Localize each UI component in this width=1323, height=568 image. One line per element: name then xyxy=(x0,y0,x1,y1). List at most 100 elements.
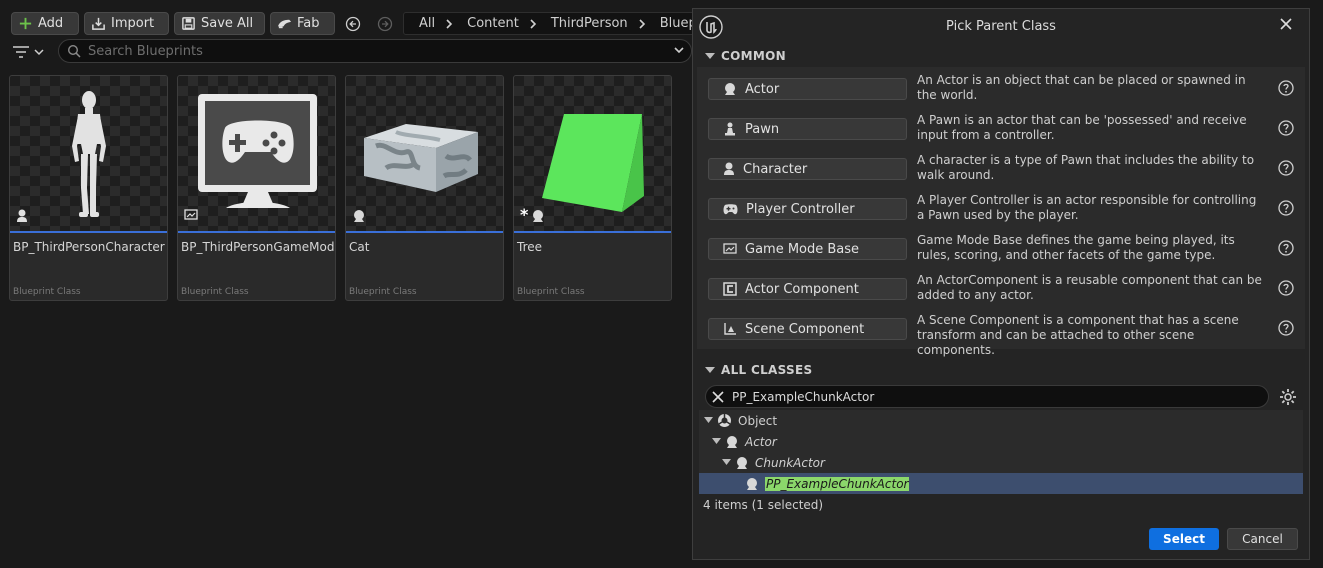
import-button-label: Import xyxy=(111,16,155,31)
back-button[interactable] xyxy=(342,13,364,35)
game-mode-icon xyxy=(184,209,198,220)
modified-asterisk-icon: * xyxy=(520,205,529,224)
save-all-button[interactable]: Save All xyxy=(174,12,265,35)
chevron-down-icon xyxy=(34,49,44,56)
common-class-row: Pawn A Pawn is an actor that can be 'pos… xyxy=(697,107,1305,147)
common-classes-list: Actor An Actor is an object that can be … xyxy=(697,67,1305,357)
actor-icon xyxy=(735,456,749,470)
import-icon xyxy=(92,17,105,30)
asset-search-box[interactable] xyxy=(58,39,692,63)
forward-button[interactable] xyxy=(374,13,396,35)
actor-icon xyxy=(533,210,544,222)
tree-item-chunkactor[interactable]: ChunkActor xyxy=(699,452,1303,473)
help-icon[interactable] xyxy=(1278,80,1294,96)
game-mode-thumbnail xyxy=(198,94,317,208)
breadcrumb-all[interactable]: All xyxy=(419,16,435,31)
common-class-row: Character A character is a type of Pawn … xyxy=(697,147,1305,187)
asset-tile[interactable]: Cat Blueprint Class xyxy=(345,75,504,301)
gear-icon[interactable] xyxy=(1279,388,1297,406)
clear-search-icon[interactable] xyxy=(712,390,724,403)
all-classes-section-header[interactable]: ALL CLASSES xyxy=(693,359,1309,381)
filter-button[interactable] xyxy=(12,42,48,62)
breadcrumb-content[interactable]: Content xyxy=(467,16,519,31)
asset-name: BP_ThirdPersonGameMode xyxy=(181,240,336,254)
expand-arrow-icon[interactable] xyxy=(703,417,713,424)
asset-name: Cat xyxy=(349,240,370,254)
game-mode-icon xyxy=(723,243,737,254)
character-icon xyxy=(17,209,27,222)
asset-type-color-bar xyxy=(178,231,335,233)
pawn-class-button[interactable]: Pawn xyxy=(708,118,907,140)
select-button[interactable]: Select xyxy=(1149,528,1219,550)
chevron-down-icon[interactable] xyxy=(673,44,685,60)
chevron-right-icon[interactable] xyxy=(529,18,537,29)
class-description: Game Mode Base defines the game being pl… xyxy=(917,233,1235,262)
fab-icon xyxy=(277,19,292,29)
character-class-button[interactable]: Character xyxy=(708,158,907,180)
class-description: A Player Controller is an actor responsi… xyxy=(917,193,1257,222)
tree-item-actor[interactable]: Actor xyxy=(699,431,1303,452)
fab-button[interactable]: Fab xyxy=(270,12,335,35)
help-icon[interactable] xyxy=(1278,280,1294,296)
game-mode-base-class-button[interactable]: Game Mode Base xyxy=(708,238,907,260)
class-search-input[interactable] xyxy=(732,389,1252,404)
chevron-down-icon xyxy=(705,53,715,59)
class-button-label: Player Controller xyxy=(746,201,855,217)
chevron-down-icon xyxy=(705,367,715,373)
actor-class-button[interactable]: Actor xyxy=(708,78,907,100)
add-button[interactable]: Add xyxy=(11,12,79,35)
item-count-status: 4 items (1 selected) xyxy=(703,498,824,512)
asset-type: Blueprint Class xyxy=(181,287,249,297)
asset-type: Blueprint Class xyxy=(349,287,417,297)
class-tree: Object Actor ChunkActor PP_ExampleChunkA… xyxy=(699,410,1303,494)
help-icon[interactable] xyxy=(1278,200,1294,216)
chevron-right-icon[interactable] xyxy=(638,18,646,29)
cancel-button[interactable]: Cancel xyxy=(1227,528,1298,550)
class-description: An Actor is an object that can be placed… xyxy=(917,73,1246,102)
tree-item-pp-examplechunkactor[interactable]: PP_ExampleChunkActor xyxy=(699,473,1303,494)
dialog-title-bar[interactable]: Pick Parent Class xyxy=(693,9,1309,45)
class-description: A Scene Component is a component that ha… xyxy=(917,313,1239,357)
actor-icon xyxy=(725,83,735,95)
tree-item-label: ChunkActor xyxy=(755,455,825,470)
common-class-row: Scene Component A Scene Component is a c… xyxy=(697,307,1305,357)
class-description: A Pawn is an actor that can be 'possesse… xyxy=(917,113,1247,142)
content-browser-toolbar: Add Import Save All Fab All Content Thir… xyxy=(0,0,703,44)
class-search-box[interactable] xyxy=(705,385,1269,408)
actor-component-class-button[interactable]: Actor Component xyxy=(708,278,907,300)
actor-icon xyxy=(725,435,739,449)
import-button[interactable]: Import xyxy=(84,12,169,35)
dialog-title: Pick Parent Class xyxy=(946,19,1056,34)
chevron-right-icon[interactable] xyxy=(445,18,453,29)
common-section-header[interactable]: COMMON xyxy=(693,45,1309,67)
search-input[interactable] xyxy=(88,43,668,59)
plus-icon xyxy=(19,17,32,30)
close-button[interactable] xyxy=(1277,15,1295,33)
class-button-label: Actor xyxy=(745,81,780,97)
actor-icon xyxy=(745,477,759,491)
player-controller-class-button[interactable]: Player Controller xyxy=(708,198,907,220)
asset-tile[interactable]: BP_ThirdPersonGameMode Blueprint Class xyxy=(177,75,336,301)
save-all-button-label: Save All xyxy=(201,16,254,31)
add-button-label: Add xyxy=(38,16,64,31)
help-icon[interactable] xyxy=(1278,120,1294,136)
help-icon[interactable] xyxy=(1278,320,1294,336)
asset-tile[interactable]: BP_ThirdPersonCharacter Blueprint Class xyxy=(9,75,168,301)
common-class-row: Game Mode Base Game Mode Base defines th… xyxy=(697,227,1305,267)
gamepad-icon xyxy=(723,204,738,215)
scene-component-class-button[interactable]: Scene Component xyxy=(708,318,907,340)
expand-arrow-icon[interactable] xyxy=(721,459,731,466)
help-icon[interactable] xyxy=(1278,240,1294,256)
help-icon[interactable] xyxy=(1278,160,1294,176)
class-button-label: Scene Component xyxy=(745,321,865,337)
breadcrumb-thirdperson[interactable]: ThirdPerson xyxy=(551,16,628,31)
asset-tile[interactable]: * Tree Blueprint Class xyxy=(513,75,672,301)
asset-thumbnail xyxy=(178,76,335,231)
common-class-row: Actor Component An ActorComponent is a r… xyxy=(697,267,1305,307)
tree-item-label: PP_ExampleChunkActor xyxy=(765,476,910,491)
tree-item-label: Actor xyxy=(745,434,777,449)
common-class-row: Actor An Actor is an object that can be … xyxy=(697,67,1305,107)
tree-item-object[interactable]: Object xyxy=(699,410,1303,431)
expand-arrow-icon[interactable] xyxy=(711,438,721,445)
common-header-label: COMMON xyxy=(721,49,786,63)
